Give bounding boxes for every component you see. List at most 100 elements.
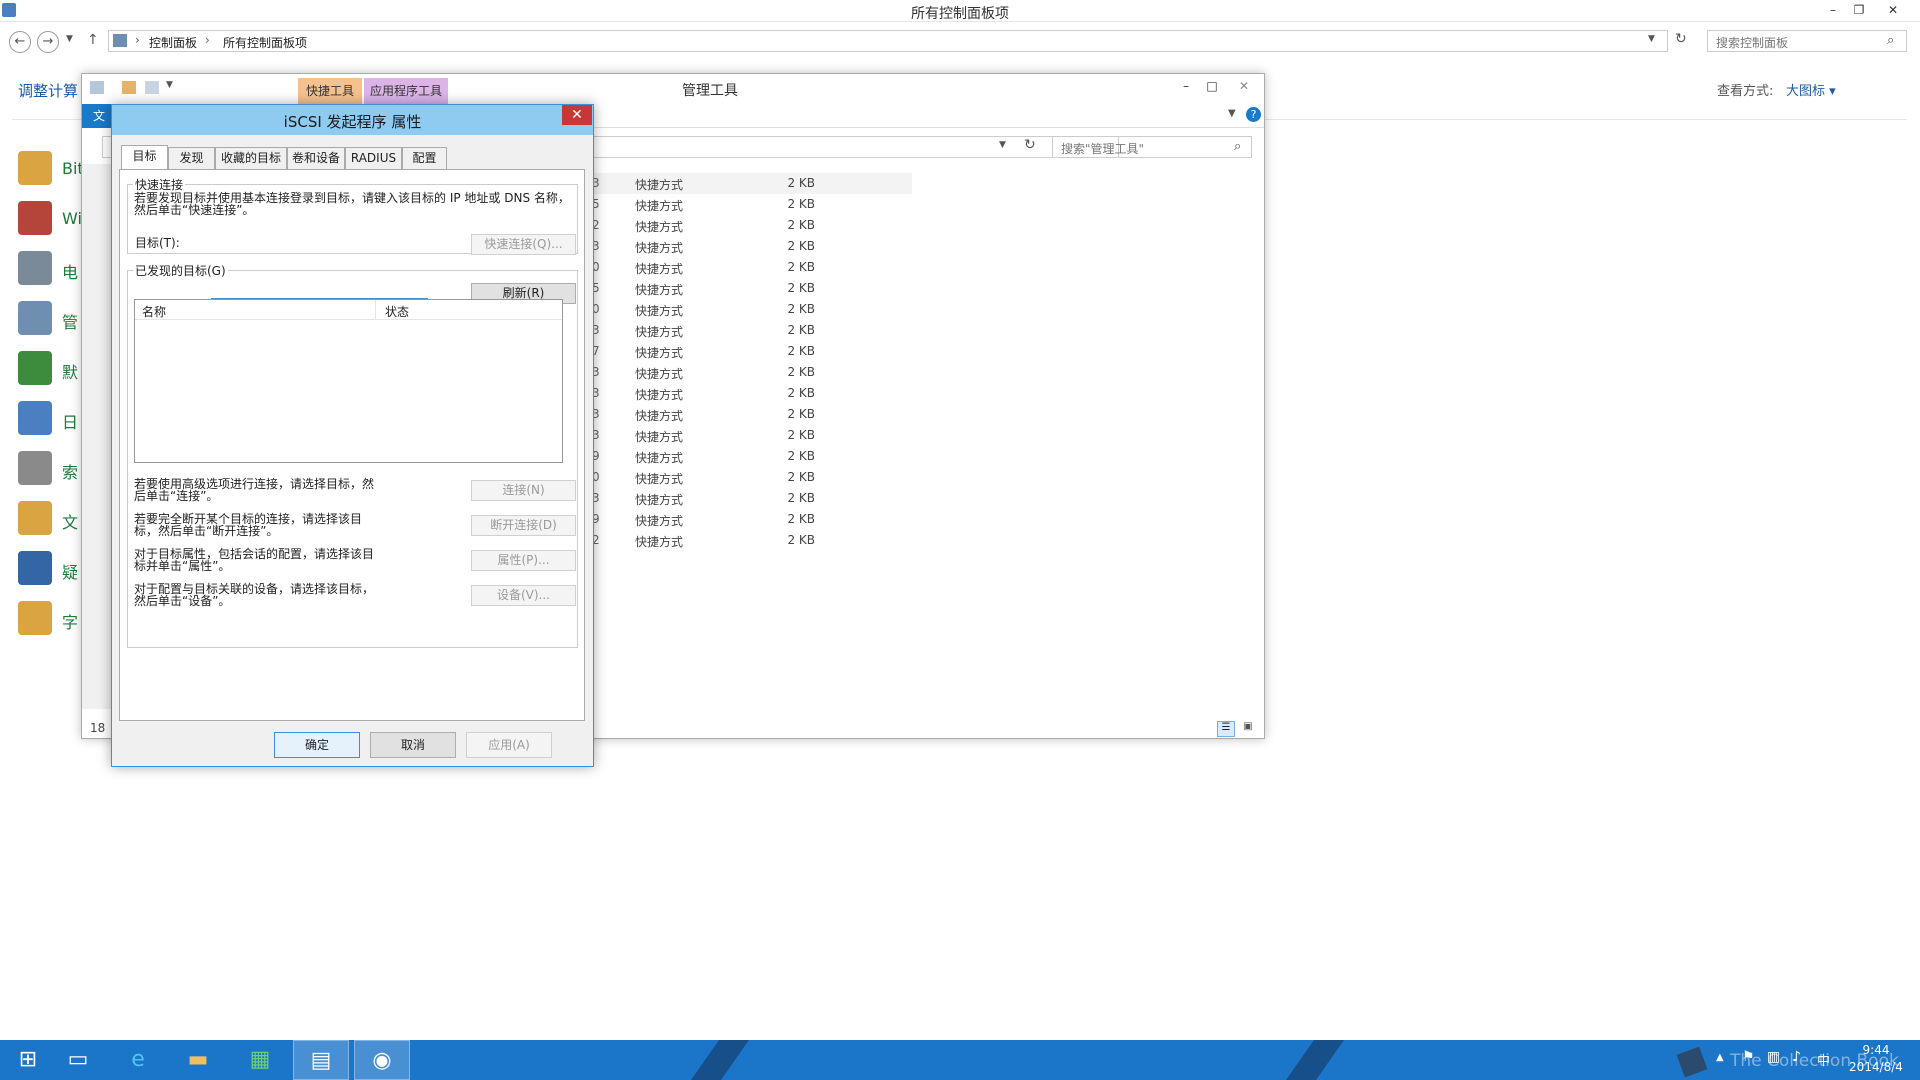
cancel-button[interactable]: 取消 bbox=[370, 732, 456, 758]
list-item[interactable]: 3 快捷方式 2 KB bbox=[592, 425, 912, 446]
forward-icon[interactable]: → bbox=[37, 31, 59, 53]
list-item[interactable]: 9 快捷方式 2 KB bbox=[592, 446, 912, 467]
details-view-icon[interactable]: ☰ bbox=[1217, 721, 1235, 737]
up-icon[interactable]: ↑ bbox=[87, 32, 99, 48]
control-panel-item[interactable]: 管 bbox=[18, 301, 88, 341]
action-center-flag-icon[interactable]: ⚑ bbox=[1742, 1049, 1755, 1065]
refresh-icon[interactable]: ↻ bbox=[1024, 137, 1036, 153]
list-item[interactable]: 2 快捷方式 2 KB bbox=[592, 215, 912, 236]
search-icon[interactable]: ⌕ bbox=[1234, 139, 1241, 154]
search-icon[interactable]: ⌕ bbox=[1887, 33, 1894, 48]
dialog-title: iSCSI 发起程序 属性 bbox=[283, 113, 422, 131]
ribbon-tab-shortcut-tools[interactable]: 快捷工具 bbox=[298, 78, 362, 104]
store-icon[interactable]: ▦ bbox=[232, 1040, 288, 1080]
targets-list[interactable]: 名称 状态 bbox=[134, 299, 563, 463]
list-item[interactable]: 2 快捷方式 2 KB bbox=[592, 530, 912, 551]
tab-favorite-targets[interactable]: 收藏的目标 bbox=[215, 147, 287, 169]
control-panel-item[interactable]: Bit bbox=[18, 151, 88, 191]
file-explorer-icon[interactable]: ▬ bbox=[170, 1040, 226, 1080]
list-item[interactable]: 3 快捷方式 2 KB bbox=[592, 236, 912, 257]
network-icon[interactable]: ▥ bbox=[1767, 1049, 1780, 1065]
tab-configuration[interactable]: 配置 bbox=[402, 147, 447, 169]
internet-explorer-icon[interactable]: e bbox=[110, 1040, 166, 1080]
disconnect-button[interactable]: 断开连接(D) bbox=[471, 515, 576, 536]
file-type: 快捷方式 bbox=[635, 430, 684, 444]
close-button[interactable]: ✕ bbox=[1225, 76, 1263, 96]
start-icon[interactable]: ⊞ bbox=[0, 1040, 56, 1080]
tab-volumes-devices[interactable]: 卷和设备 bbox=[287, 147, 345, 169]
list-item[interactable]: 3 快捷方式 2 KB bbox=[592, 173, 912, 194]
search-input[interactable]: 搜索"管理工具" bbox=[1052, 136, 1252, 158]
recent-dropdown-icon[interactable]: ▼ bbox=[66, 34, 73, 44]
properties-icon[interactable] bbox=[122, 81, 136, 94]
item-count: 18 bbox=[90, 721, 106, 735]
list-item[interactable]: 3 快捷方式 2 KB bbox=[592, 362, 912, 383]
search-input[interactable]: 搜索控制面板 bbox=[1707, 30, 1907, 52]
tab-discovery[interactable]: 发现 bbox=[168, 147, 215, 169]
new-folder-icon[interactable] bbox=[145, 81, 159, 94]
properties-button[interactable]: 属性(P)... bbox=[471, 550, 576, 571]
control-panel-item[interactable]: 日 bbox=[18, 401, 88, 441]
control-panel-item[interactable]: 字 bbox=[18, 601, 88, 641]
minimize-button[interactable]: – bbox=[1173, 76, 1199, 96]
large-icons-view-icon[interactable]: ▣ bbox=[1239, 721, 1257, 737]
devices-button[interactable]: 设备(V)... bbox=[471, 585, 576, 606]
connect-button[interactable]: 连接(N) bbox=[471, 480, 576, 501]
list-item[interactable]: 0 快捷方式 2 KB bbox=[592, 467, 912, 488]
iscsi-taskbar-icon[interactable]: ◉ bbox=[354, 1040, 410, 1080]
control-panel-item[interactable]: 电 bbox=[18, 251, 88, 291]
show-hidden-icons-icon[interactable]: ▲ bbox=[1716, 1052, 1724, 1063]
view-by-dropdown[interactable]: 大图标 ▾ bbox=[1786, 80, 1836, 99]
file-type: 快捷方式 bbox=[635, 262, 684, 276]
chevron-down-icon[interactable]: ▼ bbox=[999, 140, 1006, 150]
address-bar[interactable]: › 控制面板 › 所有控制面板项 ▼ bbox=[108, 30, 1668, 52]
file-type: 快捷方式 bbox=[635, 325, 684, 339]
minimize-button[interactable]: – bbox=[1820, 0, 1846, 20]
maximize-button[interactable]: □ bbox=[1199, 76, 1225, 96]
column-header-status[interactable]: 状态 bbox=[385, 303, 409, 320]
qat-icon[interactable] bbox=[90, 81, 104, 94]
server-manager-icon[interactable]: ▭ bbox=[50, 1040, 106, 1080]
back-icon[interactable]: ← bbox=[9, 31, 31, 53]
ime-indicator[interactable]: 中 bbox=[1817, 1050, 1830, 1069]
control-panel-item[interactable]: Wi bbox=[18, 201, 88, 241]
clock[interactable]: 9:44 2014/8/4 bbox=[1840, 1042, 1912, 1076]
list-item[interactable]: 3 快捷方式 2 KB bbox=[592, 383, 912, 404]
ribbon-tab-app-tools[interactable]: 应用程序工具 bbox=[364, 78, 448, 104]
breadcrumb-item[interactable]: 控制面板 bbox=[149, 34, 197, 51]
quick-connect-button[interactable]: 快速连接(Q)... bbox=[471, 234, 576, 255]
help-icon[interactable]: ? bbox=[1246, 107, 1261, 122]
list-item[interactable]: 5 快捷方式 2 KB bbox=[592, 194, 912, 215]
list-item[interactable]: 3 快捷方式 2 KB bbox=[592, 404, 912, 425]
expand-ribbon-icon[interactable]: ▼ bbox=[1228, 108, 1236, 119]
chevron-down-icon[interactable]: ▼ bbox=[1648, 34, 1655, 44]
list-item[interactable]: 0 快捷方式 2 KB bbox=[592, 257, 912, 278]
control-panel-item[interactable]: 文 bbox=[18, 501, 88, 541]
control-panel-item[interactable]: 疑 bbox=[18, 551, 88, 591]
refresh-icon[interactable]: ↻ bbox=[1675, 31, 1687, 47]
column-divider[interactable] bbox=[375, 300, 376, 320]
volume-icon[interactable]: ♪ bbox=[1792, 1049, 1801, 1065]
list-item[interactable]: 9 快捷方式 2 KB bbox=[592, 509, 912, 530]
file-size: 2 KB bbox=[787, 260, 815, 274]
qat-dropdown-icon[interactable]: ▼ bbox=[166, 80, 173, 90]
list-item[interactable]: 3 快捷方式 2 KB bbox=[592, 488, 912, 509]
tab-radius[interactable]: RADIUS bbox=[345, 147, 402, 169]
list-item[interactable]: 7 快捷方式 2 KB bbox=[592, 341, 912, 362]
column-header-name[interactable]: 名称 bbox=[142, 303, 166, 320]
restore-button[interactable]: ❐ bbox=[1846, 0, 1872, 20]
ok-button[interactable]: 确定 bbox=[274, 732, 360, 758]
apply-button[interactable]: 应用(A) bbox=[466, 732, 552, 758]
control-panel-item-label: 日 bbox=[62, 413, 79, 432]
list-item[interactable]: 5 快捷方式 2 KB bbox=[592, 278, 912, 299]
list-item[interactable]: 0 快捷方式 2 KB bbox=[592, 299, 912, 320]
file-type: 快捷方式 bbox=[635, 346, 684, 360]
tab-targets[interactable]: 目标 bbox=[121, 145, 168, 170]
control-panel-item[interactable]: 索 bbox=[18, 451, 88, 491]
list-item[interactable]: 3 快捷方式 2 KB bbox=[592, 320, 912, 341]
close-button[interactable]: ✕ bbox=[1880, 0, 1906, 20]
control-panel-taskbar-icon[interactable]: ▤ bbox=[293, 1040, 349, 1080]
close-button[interactable]: ✕ bbox=[562, 105, 592, 125]
control-panel-item[interactable]: 默 bbox=[18, 351, 88, 391]
breadcrumb-item[interactable]: 所有控制面板项 bbox=[223, 34, 307, 51]
